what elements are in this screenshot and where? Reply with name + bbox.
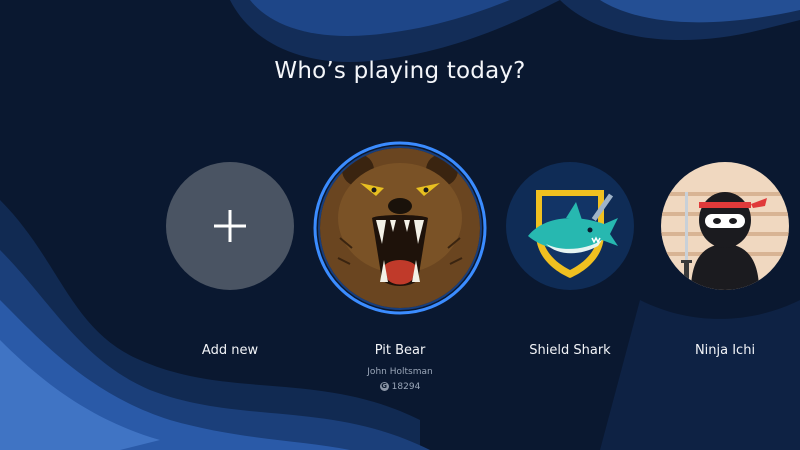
profile-gamertag: John Holtsman [367, 367, 433, 377]
shark-avatar[interactable] [506, 162, 634, 290]
gamerscore-value: 18294 [391, 382, 421, 392]
bear-avatar[interactable] [320, 148, 480, 308]
plus-icon [214, 210, 246, 242]
gamerscore-icon: G [379, 382, 389, 391]
add-new-button[interactable] [166, 162, 294, 290]
page-title: Who’s playing today? [274, 58, 526, 84]
ninja-avatar[interactable] [661, 162, 789, 290]
profile-name: Ninja Ichi [694, 343, 756, 358]
gamerscore: G 18294 [300, 382, 500, 392]
